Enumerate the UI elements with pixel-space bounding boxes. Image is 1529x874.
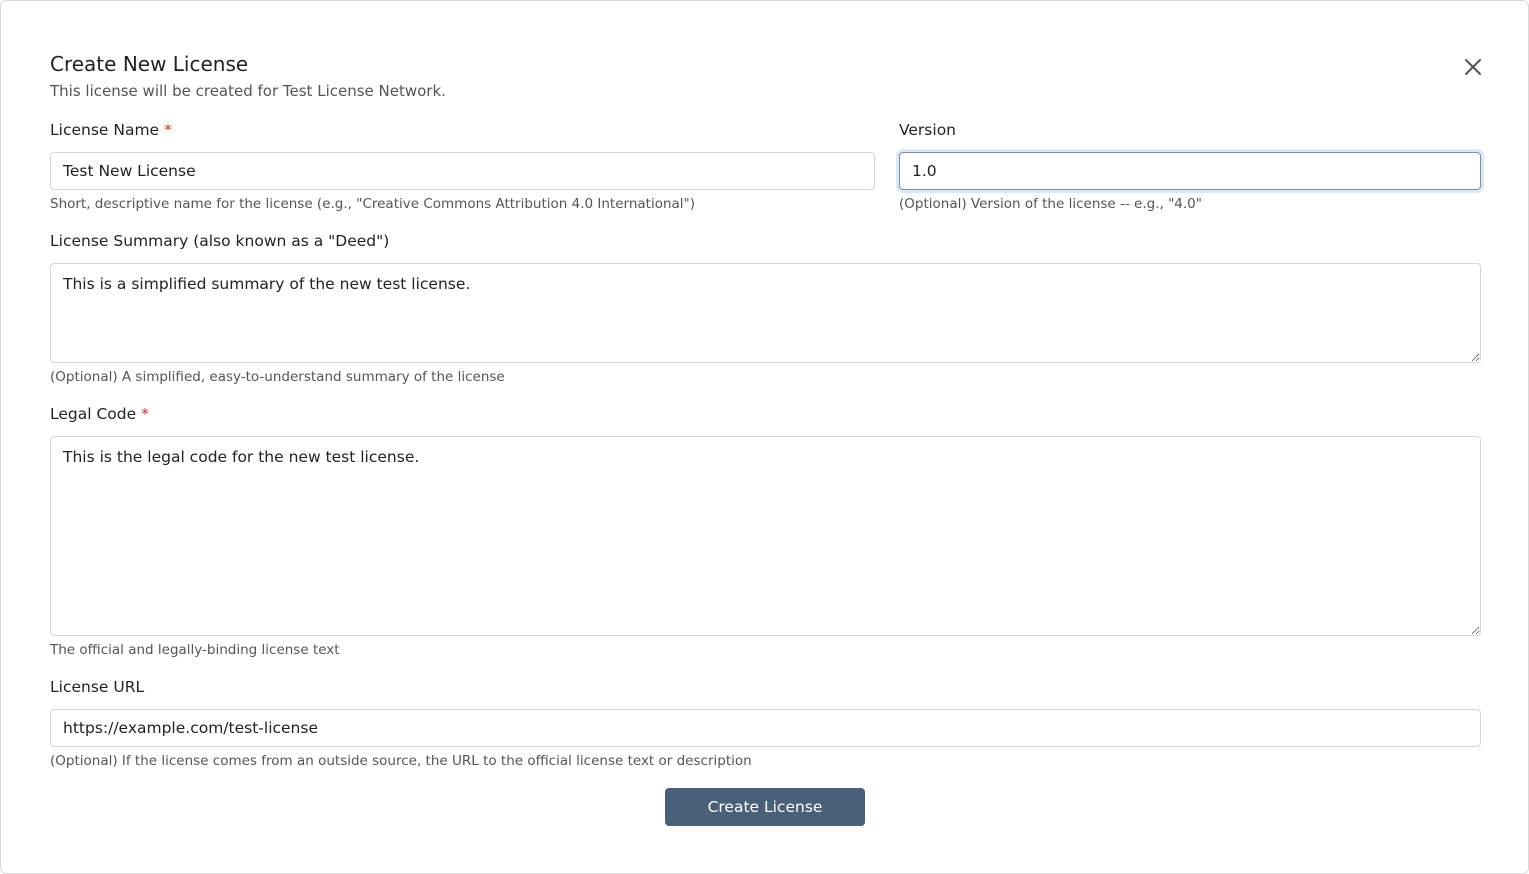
license-url-label-text: License URL [50,678,145,696]
version-help: (Optional) Version of the license -- e.g… [899,196,1202,212]
legal-code-label: Legal Code * [50,405,149,423]
legal-code-label-text: Legal Code [50,405,137,423]
license-url-help: (Optional) If the license comes from an … [50,753,752,769]
required-mark: * [141,405,149,423]
license-summary-label: License Summary (also known as a "Deed") [50,232,389,250]
version-input[interactable] [899,152,1481,190]
license-name-label: License Name * [50,121,172,139]
license-summary-help: (Optional) A simplified, easy-to-underst… [50,369,505,385]
license-url-input[interactable] [50,709,1481,747]
license-name-help: Short, descriptive name for the license … [50,196,696,212]
required-mark: * [164,121,172,139]
create-license-button[interactable]: Create License [665,788,865,826]
legal-code-help: The official and legally-binding license… [50,642,340,658]
close-button[interactable] [1459,53,1487,81]
license-summary-textarea[interactable]: This is a simplified summary of the new … [50,263,1481,363]
legal-code-textarea[interactable]: This is the legal code for the new test … [50,436,1481,636]
close-icon [1465,59,1481,75]
license-url-label: License URL [50,678,144,696]
version-label: Version [899,121,956,139]
dialog-title: Create New License [50,52,249,76]
dialog-subtitle: This license will be created for Test Li… [50,82,446,100]
license-name-label-text: License Name [50,121,160,139]
version-label-text: Version [899,121,956,139]
license-name-input[interactable] [50,152,875,190]
create-license-dialog: Create New License This license will be … [0,0,1529,874]
license-summary-label-text: License Summary (also known as a "Deed") [50,232,390,250]
